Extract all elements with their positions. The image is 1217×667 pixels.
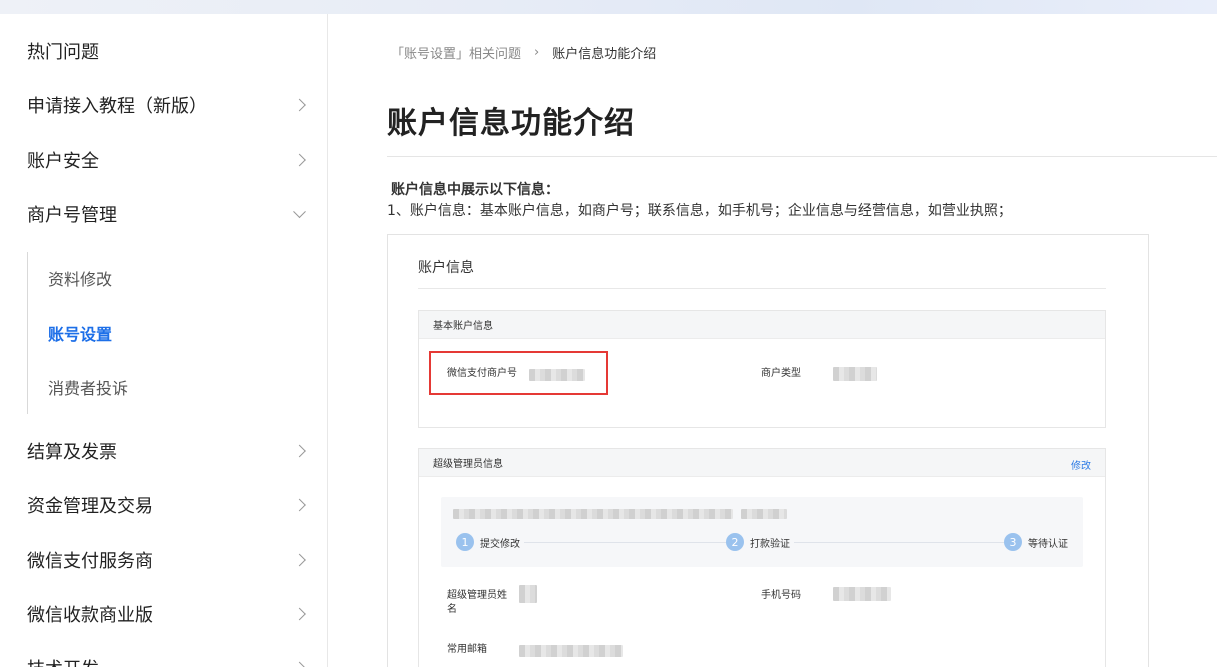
sidebar-item-label: 资金管理及交易 <box>27 496 153 517</box>
top-banner <box>0 0 1217 14</box>
chevron-right-icon <box>293 553 306 567</box>
sidebar-item-label: 结算及发票 <box>27 442 117 463</box>
admin-name-value-redacted <box>519 585 537 603</box>
breadcrumb-separator-icon: › <box>534 45 540 60</box>
chevron-right-icon <box>293 98 306 112</box>
sidebar-subitem-profile-edit[interactable]: 资料修改 <box>28 258 308 298</box>
phone-value-redacted <box>833 587 891 601</box>
step-number-icon: 2 <box>726 533 744 551</box>
chevron-right-icon <box>293 444 306 458</box>
basic-account-card-header: 基本账户信息 <box>419 311 1105 339</box>
super-admin-card-header: 超级管理员信息 修改 <box>419 449 1105 477</box>
chevron-right-icon <box>293 607 306 621</box>
title-divider <box>387 156 1217 157</box>
merchant-type-value-redacted <box>833 367 877 381</box>
sidebar-item-label: 热门问题 <box>27 42 99 63</box>
sidebar-item-business-edition[interactable]: 微信收款商业版 <box>0 587 327 641</box>
step-submit: 1 提交修改 <box>456 533 524 551</box>
email-label: 常用邮箱 <box>447 644 487 655</box>
breadcrumb: 「账号设置」相关问题 › 账户信息功能介绍 <box>391 43 656 62</box>
help-sidebar: 热门问题 申请接入教程（新版） 账户安全 商户号管理 资料修改 账号设置 消费者… <box>0 14 328 667</box>
highlight-box <box>429 351 608 395</box>
breadcrumb-parent-link[interactable]: 「账号设置」相关问题 <box>391 43 521 62</box>
notice-text-redacted <box>741 509 787 519</box>
sidebar-item-hot-questions[interactable]: 热门问题 <box>0 24 327 78</box>
phone-label: 手机号码 <box>761 590 801 601</box>
notice-text-redacted <box>453 509 733 519</box>
edit-link[interactable]: 修改 <box>1071 457 1091 472</box>
sidebar-item-merchant-management[interactable]: 商户号管理 <box>0 187 327 241</box>
chevron-right-icon <box>293 498 306 512</box>
article-content: 「账号设置」相关问题 › 账户信息功能介绍 账户信息功能介绍 账户信息中展示以下… <box>329 14 1217 667</box>
breadcrumb-current: 账户信息功能介绍 <box>552 47 657 62</box>
basic-account-card-title: 基本账户信息 <box>433 321 493 332</box>
step-label: 提交修改 <box>480 538 520 550</box>
sidebar-item-label: 技术开发 <box>27 655 99 667</box>
merchant-type-label: 商户类型 <box>761 368 801 379</box>
sidebar-subitem-label: 资料修改 <box>48 270 113 289</box>
sidebar-subitem-label: 消费者投诉 <box>48 379 129 398</box>
sidebar-item-settlement-invoice[interactable]: 结算及发票 <box>0 424 327 478</box>
sidebar-subnav: 资料修改 账号设置 消费者投诉 <box>27 252 327 414</box>
sidebar-subitem-label: 账号设置 <box>48 325 113 344</box>
intro-heading: 账户信息中展示以下信息： <box>391 182 559 198</box>
step-number-icon: 3 <box>1004 533 1022 551</box>
step-await-auth: 3 等待认证 <box>1004 533 1072 551</box>
intro-paragraph: 1、账户信息：基本账户信息，如商户号；联系信息，如手机号；企业信息与经营信息，如… <box>387 203 1012 219</box>
screenshot-title: 账户信息 <box>418 260 474 276</box>
super-admin-card-title: 超级管理员信息 <box>433 459 503 470</box>
super-admin-card: 超级管理员信息 修改 1 提交修改 2 打款验证 3 等待认证 超级管理员姓名 … <box>418 448 1106 667</box>
sidebar-item-onboarding-tutorial[interactable]: 申请接入教程（新版） <box>0 78 327 132</box>
email-value-redacted <box>519 645 623 657</box>
admin-name-label: 超级管理员姓名 <box>447 590 507 615</box>
sidebar-item-funds-transactions[interactable]: 资金管理及交易 <box>0 478 327 532</box>
step-label: 等待认证 <box>1028 538 1068 550</box>
step-payment-verify: 2 打款验证 <box>726 533 794 551</box>
chevron-right-icon <box>293 153 306 167</box>
screenshot-divider <box>418 288 1106 289</box>
sidebar-item-tech-dev[interactable]: 技术开发 <box>0 641 327 667</box>
sidebar-subitem-account-settings[interactable]: 账号设置 <box>28 313 308 353</box>
chevron-down-icon <box>293 205 306 219</box>
sidebar-item-service-provider[interactable]: 微信支付服务商 <box>0 533 327 587</box>
page-title: 账户信息功能介绍 <box>387 106 635 141</box>
verification-steps: 1 提交修改 2 打款验证 3 等待认证 <box>441 497 1083 567</box>
sidebar-item-label: 申请接入教程（新版） <box>27 96 207 117</box>
account-info-screenshot: 账户信息 基本账户信息 微信支付商户号 商户类型 超级管理员信息 修改 1 提交… <box>387 234 1149 667</box>
sidebar-item-account-security[interactable]: 账户安全 <box>0 133 327 187</box>
sidebar-item-label: 微信收款商业版 <box>27 605 153 626</box>
step-number-icon: 1 <box>456 533 474 551</box>
sidebar-subitem-consumer-complaints[interactable]: 消费者投诉 <box>28 367 308 407</box>
sidebar-item-label: 账户安全 <box>27 151 99 172</box>
step-label: 打款验证 <box>750 538 790 550</box>
sidebar-item-label: 商户号管理 <box>27 205 117 226</box>
chevron-right-icon <box>293 661 306 667</box>
sidebar-item-label: 微信支付服务商 <box>27 551 153 572</box>
